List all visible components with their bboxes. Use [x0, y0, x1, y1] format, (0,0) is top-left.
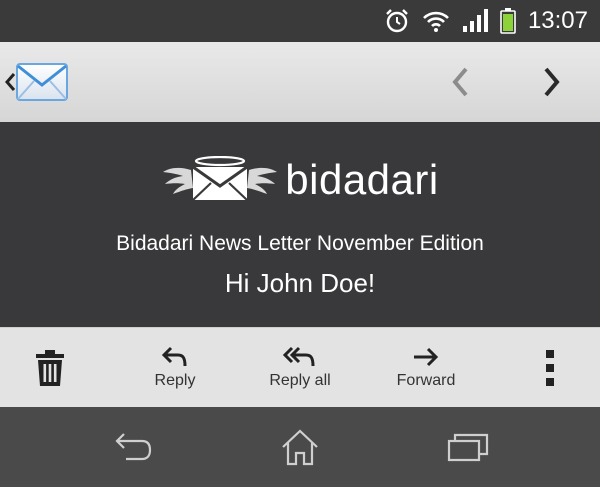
winged-envelope-icon [163, 156, 278, 201]
prev-icon [452, 67, 468, 97]
recent-apps-button[interactable] [418, 407, 518, 487]
next-icon [544, 67, 560, 97]
forward-button[interactable]: Forward [374, 328, 478, 408]
email-action-bar: Reply Reply all Forward [0, 327, 600, 408]
battery-icon [500, 8, 516, 34]
brand-name: bidadari [285, 156, 439, 203]
reply-icon [161, 346, 187, 367]
system-navigation-bar [0, 407, 600, 487]
reply-all-label: Reply all [269, 372, 331, 389]
back-button[interactable] [84, 407, 184, 487]
home-button[interactable] [250, 407, 350, 487]
back-icon [115, 433, 152, 461]
status-bar: 13:07 [0, 0, 600, 42]
up-button[interactable] [4, 42, 76, 122]
reply-all-button[interactable]: Reply all [245, 328, 355, 408]
trash-icon [36, 350, 64, 386]
wifi-icon [423, 11, 449, 32]
overflow-menu-button[interactable] [530, 328, 570, 408]
signal-icon [462, 9, 488, 32]
home-icon [282, 429, 318, 466]
overflow-menu-icon [546, 350, 554, 386]
reply-all-icon [282, 346, 315, 367]
delete-button[interactable] [14, 328, 86, 408]
email-content: bidadari Bidadari News Letter November E… [0, 122, 600, 327]
reply-button[interactable]: Reply [125, 328, 225, 408]
alarm-icon [386, 9, 408, 33]
forward-icon [414, 347, 439, 367]
reply-label: Reply [154, 372, 196, 389]
up-chevron-icon [5, 73, 16, 91]
next-message-button[interactable] [522, 42, 582, 122]
email-icon [16, 63, 68, 101]
brand-logo: bidadari [0, 150, 600, 210]
recent-apps-icon [447, 433, 489, 462]
email-subject: Bidadari News Letter November Edition [116, 232, 484, 255]
status-time: 13:07 [527, 7, 588, 34]
status-icons: 13:07 [384, 0, 588, 42]
email-greeting: Hi John Doe! [224, 268, 376, 298]
top-action-bar [0, 42, 600, 123]
forward-label: Forward [396, 372, 456, 389]
previous-message-button[interactable] [430, 42, 490, 122]
